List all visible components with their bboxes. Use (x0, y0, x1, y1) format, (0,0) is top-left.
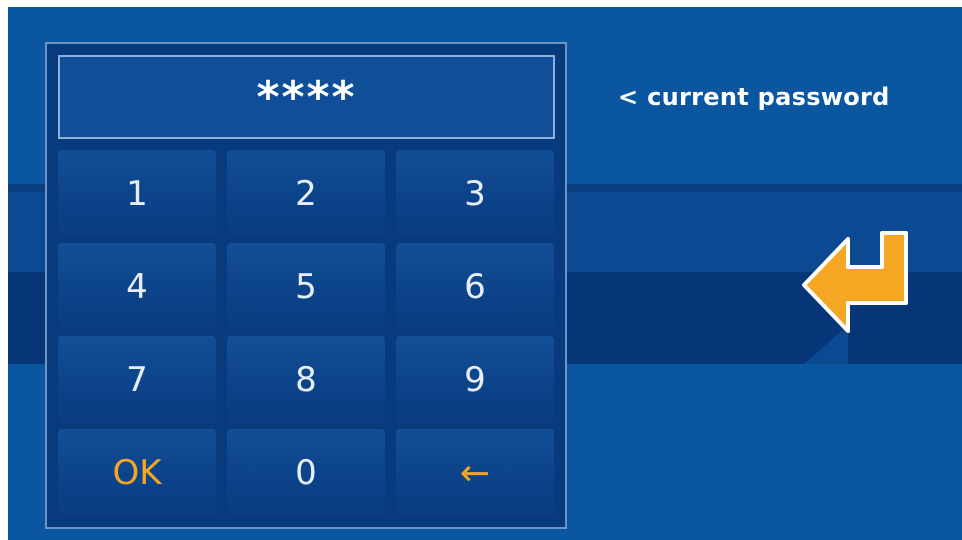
screen: < current password **** 1 2 3 4 5 6 7 8 … (8, 7, 962, 540)
key-6[interactable]: 6 (396, 243, 554, 331)
key-4[interactable]: 4 (58, 243, 216, 331)
key-9[interactable]: 9 (396, 336, 554, 424)
key-1[interactable]: 1 (58, 150, 216, 238)
key-3[interactable]: 3 (396, 150, 554, 238)
key-2[interactable]: 2 (227, 150, 385, 238)
left-arrow-icon: ← (459, 452, 491, 494)
ok-button[interactable]: OK (58, 429, 216, 517)
password-display: **** (58, 55, 555, 139)
current-password-label: < current password (618, 83, 890, 111)
key-7[interactable]: 7 (58, 336, 216, 424)
backspace-button[interactable]: ← (396, 429, 554, 517)
key-0[interactable]: 0 (227, 429, 385, 517)
key-8[interactable]: 8 (227, 336, 385, 424)
keypad: **** 1 2 3 4 5 6 7 8 9 OK 0 ← (45, 42, 567, 529)
enter-arrow-icon[interactable] (798, 227, 916, 339)
key-5[interactable]: 5 (227, 243, 385, 331)
